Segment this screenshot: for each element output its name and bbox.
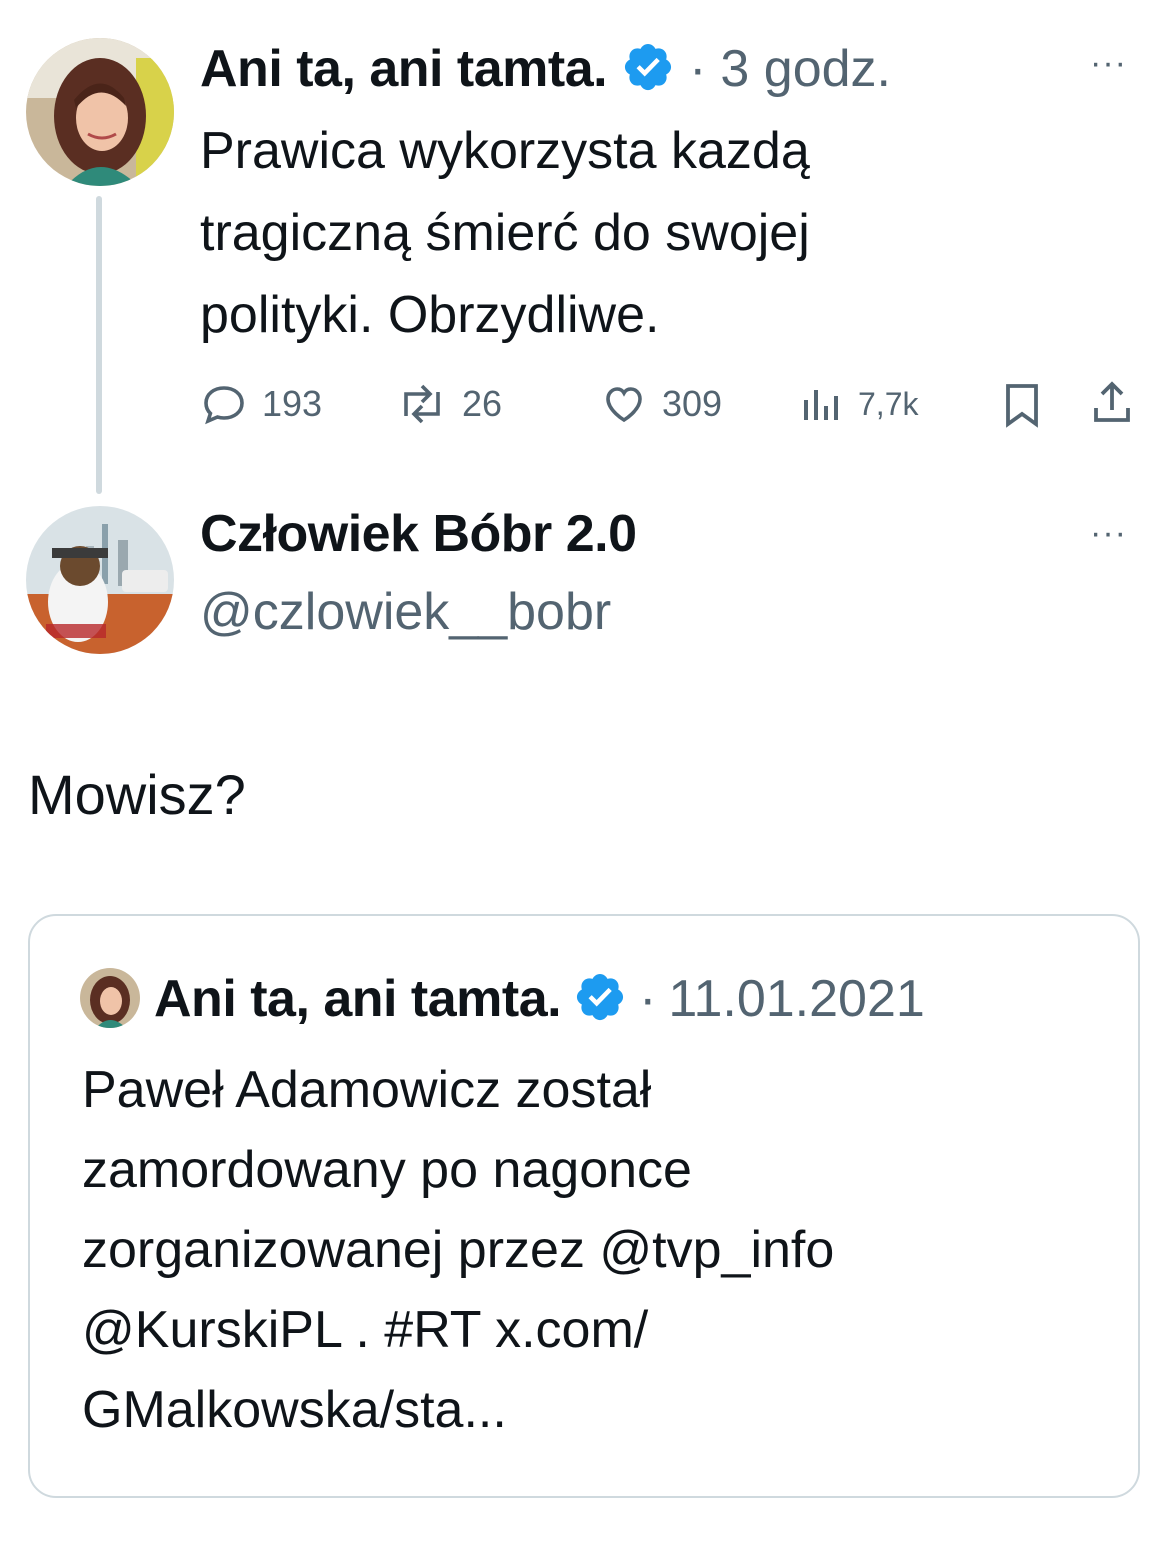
reply-count: 193	[262, 383, 323, 424]
reply-text: Mowisz?	[28, 763, 246, 826]
reply-author-name[interactable]: Człowiek Bóbr 2.0	[200, 504, 637, 564]
quoted-tweet-date: 11.01.2021	[668, 970, 925, 1028]
like-count: 309	[662, 383, 723, 424]
like-button[interactable]: 309	[600, 380, 722, 428]
quoted-author-avatar	[80, 968, 140, 1028]
reply-author-avatar[interactable]	[26, 506, 174, 654]
quoted-author-name: Ani ta, ani tamta.	[154, 970, 562, 1028]
author-avatar[interactable]	[26, 38, 174, 186]
reply-author-handle[interactable]: @czlowiek__bobr	[200, 582, 611, 642]
bookmark-icon	[998, 384, 1046, 434]
share-button[interactable]	[1088, 378, 1136, 433]
share-icon	[1088, 381, 1136, 432]
author-name[interactable]: Ani ta, ani tamta.	[200, 39, 608, 99]
more-options-button[interactable]: ···	[1090, 44, 1127, 83]
reply-icon	[200, 380, 248, 428]
tweet-timestamp[interactable]: 3 godz.	[720, 39, 891, 99]
reply-more-options-button[interactable]: ···	[1090, 514, 1127, 553]
reply-button[interactable]: 193	[200, 380, 322, 428]
separator-dot: ·	[689, 40, 707, 98]
views-icon	[800, 380, 844, 428]
verified-badge-icon	[573, 970, 627, 1029]
verified-badge-icon	[621, 40, 675, 99]
tweet-header: Ani ta, ani tamta. · 3 godz.	[200, 34, 891, 104]
views-count: 7,7k	[858, 385, 919, 422]
like-icon	[600, 380, 648, 428]
quoted-separator-dot: ·	[639, 970, 657, 1028]
retweet-icon	[396, 380, 448, 428]
thread-connector-line	[96, 196, 102, 494]
bookmark-button[interactable]	[998, 380, 1046, 435]
retweet-button[interactable]: 26	[396, 380, 502, 428]
tweet-text: Prawica wykorzysta kazdą tragiczną śmier…	[200, 122, 810, 344]
retweet-count: 26	[462, 383, 503, 424]
quoted-tweet-text: Paweł Adamowicz został zamordowany po na…	[82, 1061, 835, 1439]
views-button[interactable]: 7,7k	[800, 380, 918, 428]
quoted-tweet-header: Ani ta, ani tamta. · 11.01.2021	[154, 964, 925, 1034]
